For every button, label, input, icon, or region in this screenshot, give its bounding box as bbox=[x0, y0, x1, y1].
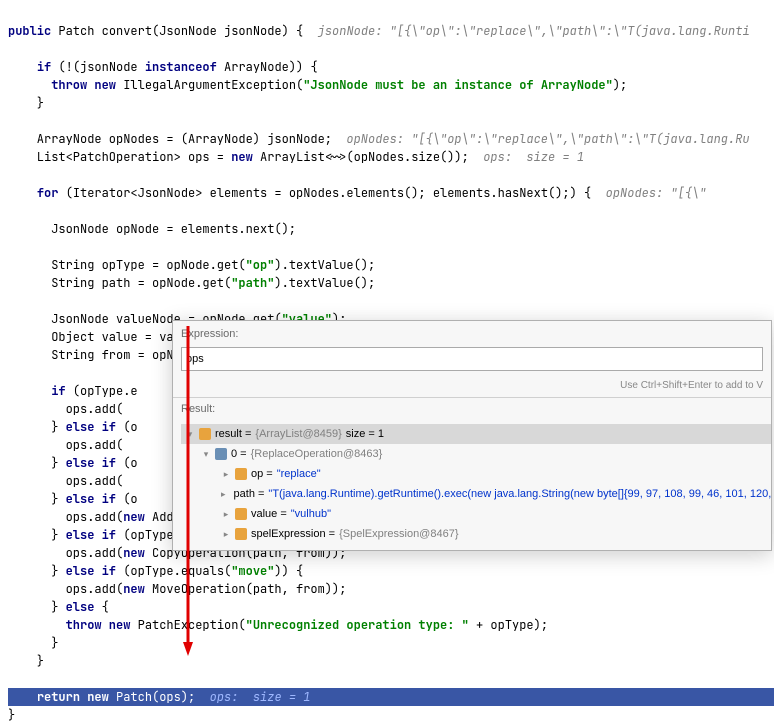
result-tree[interactable]: ▾ result = {ArrayList@8459} size = 1 ▾ 0… bbox=[173, 422, 771, 550]
str-iae: "JsonNode must be an instance of ArrayNo… bbox=[303, 77, 613, 93]
result-icon bbox=[199, 428, 211, 440]
tree-value: "vulhub" bbox=[291, 505, 331, 523]
tree-row-spel[interactable]: ▸ spelExpression = {SpelExpression@8467} bbox=[181, 524, 771, 544]
tree-size: size = 1 bbox=[346, 425, 384, 443]
evaluate-expression-popup[interactable]: Expression: ops Use Ctrl+Shift+Enter to … bbox=[172, 320, 772, 551]
popup-result-header: Result: bbox=[173, 397, 771, 422]
tree-label: 0 = bbox=[231, 445, 247, 463]
tree-label: value = bbox=[251, 505, 287, 523]
tree-label: op = bbox=[251, 465, 273, 483]
str-move: "move" bbox=[231, 563, 274, 579]
tree-label: spelExpression = bbox=[251, 525, 335, 543]
ret-type: Patch bbox=[58, 23, 94, 39]
tree-row-op[interactable]: ▸ op = "replace" bbox=[181, 464, 771, 484]
tree-value: "T(java.lang.Runtime).getRuntime().exec(… bbox=[268, 485, 771, 503]
popup-header-label: Expression: bbox=[173, 321, 771, 345]
tree-type: {ArrayList@8459} bbox=[255, 425, 341, 443]
tree-value: "replace" bbox=[277, 465, 321, 483]
tree-row-path[interactable]: ▸ path = "T(java.lang.Runtime).getRuntim… bbox=[181, 484, 771, 504]
tree-row-result[interactable]: ▾ result = {ArrayList@8459} size = 1 bbox=[181, 424, 771, 444]
method-param: (JsonNode jsonNode) { bbox=[152, 23, 303, 39]
chevron-right-icon[interactable]: ▸ bbox=[221, 525, 231, 543]
popup-shortcut-hint: Use Ctrl+Shift+Enter to add to V bbox=[173, 375, 771, 397]
tree-type: {SpelExpression@8467} bbox=[339, 525, 458, 543]
expression-input[interactable]: ops bbox=[181, 347, 763, 371]
inline-hint: jsonNode: "[{\"op\":\"replace\",\"path\"… bbox=[318, 23, 750, 39]
method-name: convert bbox=[102, 23, 152, 39]
hint-opNodes: opNodes: "[{\"op\":\"replace\",\"path\":… bbox=[346, 131, 749, 147]
tree-label: result = bbox=[215, 425, 251, 443]
hint-ops: ops: size = 1 bbox=[483, 149, 584, 165]
field-icon bbox=[235, 468, 247, 480]
field-icon bbox=[235, 528, 247, 540]
str-op: "op" bbox=[246, 257, 275, 273]
chevron-right-icon[interactable]: ▸ bbox=[221, 465, 231, 483]
tree-type: {ReplaceOperation@8463} bbox=[251, 445, 383, 463]
str-path: "path" bbox=[231, 275, 274, 291]
str-unrec: "Unrecognized operation type: " bbox=[246, 617, 469, 633]
hint-for: opNodes: "[{\" bbox=[606, 185, 707, 201]
tree-row-index0[interactable]: ▾ 0 = {ReplaceOperation@8463} bbox=[181, 444, 771, 464]
field-icon bbox=[235, 508, 247, 520]
tree-row-value[interactable]: ▸ value = "vulhub" bbox=[181, 504, 771, 524]
highlighted-line: return new Patch(ops); ops: size = 1 bbox=[8, 688, 774, 706]
hint-return: ops: size = 1 bbox=[210, 689, 311, 705]
chevron-right-icon[interactable]: ▸ bbox=[221, 505, 231, 523]
kw-public: public bbox=[8, 23, 51, 39]
chevron-right-icon[interactable]: ▸ bbox=[221, 485, 226, 503]
chevron-down-icon[interactable]: ▾ bbox=[201, 445, 211, 463]
chevron-down-icon[interactable]: ▾ bbox=[185, 425, 195, 443]
array-element-icon bbox=[215, 448, 227, 460]
tree-label: path = bbox=[234, 485, 265, 503]
